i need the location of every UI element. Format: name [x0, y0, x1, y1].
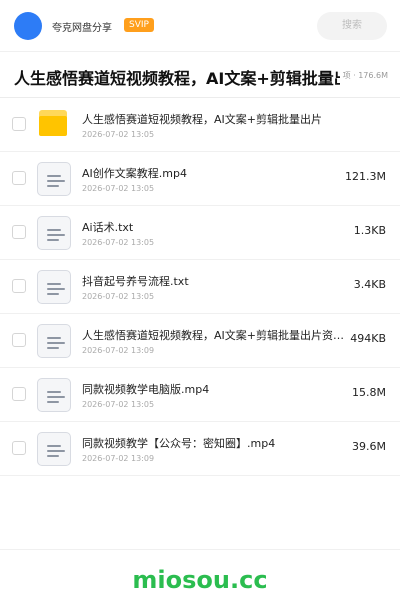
folder-icon — [37, 108, 71, 142]
file-size: 39.6M — [352, 440, 386, 453]
title-bar: 人生感悟赛道短视频教程，AI文案+剪辑批量出片 项 · 176.6M — [0, 52, 400, 98]
file-size: 1.3KB — [353, 224, 386, 237]
select-checkbox[interactable] — [12, 333, 26, 347]
share-meta: 项 · 176.6M — [342, 71, 388, 80]
file-name[interactable]: AI创作文案教程.mp4 — [82, 165, 350, 181]
folder-body — [39, 116, 67, 136]
file-date: 2026-07-02 13:05 — [82, 184, 155, 193]
file-name[interactable]: 同款视频教学【公众号：密知圈】.mp4 — [82, 435, 350, 451]
document-line — [47, 342, 65, 344]
document-icon — [37, 378, 71, 412]
file-size: 494KB — [350, 332, 386, 345]
list-item[interactable]: 人生感悟赛道短视频教程，AI文案+剪辑批量出片 2026-07-02 13:05 — [0, 98, 400, 152]
document-line — [47, 401, 59, 403]
file-date: 2026-07-02 13:05 — [82, 400, 155, 409]
file-size: 3.4KB — [353, 278, 386, 291]
document-line — [47, 455, 59, 457]
document-line — [47, 337, 61, 339]
search-input[interactable]: 搜索 — [317, 12, 387, 40]
list-item[interactable]: 同款视频教学【公众号：密知圈】.mp4 2026-07-02 13:09 39.6M — [0, 422, 400, 476]
list-item[interactable]: 同款视频教学电脑版.mp4 2026-07-02 13:05 15.8M — [0, 368, 400, 422]
document-line — [47, 185, 59, 187]
select-checkbox[interactable] — [12, 441, 26, 455]
file-date: 2026-07-02 13:05 — [82, 238, 155, 247]
select-checkbox[interactable] — [12, 117, 26, 131]
list-item[interactable]: 抖音起号养号流程.txt 2026-07-02 13:05 3.4KB — [0, 260, 400, 314]
avatar[interactable] — [14, 12, 42, 40]
file-date: 2026-07-02 13:05 — [82, 130, 155, 139]
file-name[interactable]: 人生感悟赛道短视频教程，AI文案+剪辑批量出片资料… — [82, 327, 350, 343]
document-icon — [37, 432, 71, 466]
document-icon — [37, 270, 71, 304]
footer: miosou.cc — [0, 549, 400, 600]
file-name[interactable]: 人生感悟赛道短视频教程，AI文案+剪辑批量出片 — [82, 111, 350, 127]
select-checkbox[interactable] — [12, 225, 26, 239]
user-name[interactable]: 夸克网盘分享 — [52, 19, 112, 34]
file-date: 2026-07-02 13:09 — [82, 346, 155, 355]
select-checkbox[interactable] — [12, 279, 26, 293]
file-date: 2026-07-02 13:05 — [82, 292, 155, 301]
document-line — [47, 288, 65, 290]
list-item[interactable]: Ai话术.txt 2026-07-02 13:05 1.3KB — [0, 206, 400, 260]
document-line — [47, 283, 61, 285]
select-checkbox[interactable] — [12, 171, 26, 185]
file-list: 人生感悟赛道短视频教程，AI文案+剪辑批量出片 2026-07-02 13:05 A… — [0, 98, 400, 476]
document-line — [47, 450, 65, 452]
document-icon — [37, 324, 71, 358]
document-line — [47, 293, 59, 295]
file-date: 2026-07-02 13:09 — [82, 454, 155, 463]
file-name[interactable]: 抖音起号养号流程.txt — [82, 273, 350, 289]
header: 夸克网盘分享 SVIP 搜索 — [0, 0, 400, 52]
file-name[interactable]: 同款视频教学电脑版.mp4 — [82, 381, 350, 397]
document-line — [47, 175, 61, 177]
page-title: 人生感悟赛道短视频教程，AI文案+剪辑批量出片 — [14, 69, 340, 88]
document-line — [47, 234, 65, 236]
file-name[interactable]: Ai话术.txt — [82, 219, 350, 235]
document-icon — [37, 162, 71, 196]
list-item[interactable]: AI创作文案教程.mp4 2026-07-02 13:05 121.3M — [0, 152, 400, 206]
brand-watermark: miosou.cc — [132, 566, 268, 594]
list-item[interactable]: 人生感悟赛道短视频教程，AI文案+剪辑批量出片资料… 2026-07-02 13:… — [0, 314, 400, 368]
document-line — [47, 347, 59, 349]
select-checkbox[interactable] — [12, 387, 26, 401]
document-icon — [37, 216, 71, 250]
document-line — [47, 239, 59, 241]
document-line — [47, 396, 65, 398]
document-line — [47, 445, 61, 447]
document-line — [47, 391, 61, 393]
svip-badge: SVIP — [124, 18, 154, 32]
document-line — [47, 180, 65, 182]
document-line — [47, 229, 61, 231]
file-size: 121.3M — [345, 170, 386, 183]
file-size: 15.8M — [352, 386, 386, 399]
